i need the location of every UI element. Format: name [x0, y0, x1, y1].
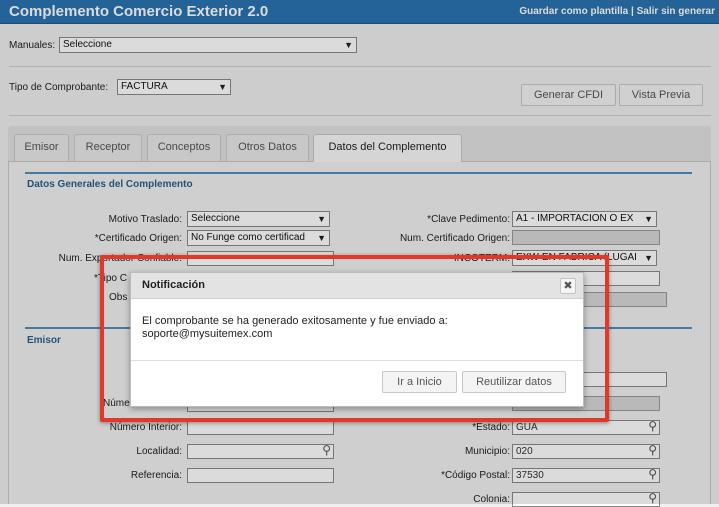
notification-dialog: Notificación ✖ El comprobante se ha gene… [130, 272, 584, 407]
dialog-title: Notificación [142, 279, 205, 291]
reuse-data-button[interactable]: Reutilizar datos [462, 371, 566, 393]
dialog-header: Notificación ✖ [131, 273, 583, 299]
dialog-email: soporte@mysuitemex.com [142, 328, 273, 340]
modal-overlay [0, 0, 719, 504]
dialog-message: El comprobante se ha generado exitosamen… [142, 315, 562, 341]
dialog-divider [131, 360, 583, 361]
go-home-button[interactable]: Ir a Inicio [382, 371, 457, 393]
dialog-message-line: El comprobante se ha generado exitosamen… [142, 315, 448, 327]
close-icon[interactable]: ✖ [560, 278, 576, 294]
